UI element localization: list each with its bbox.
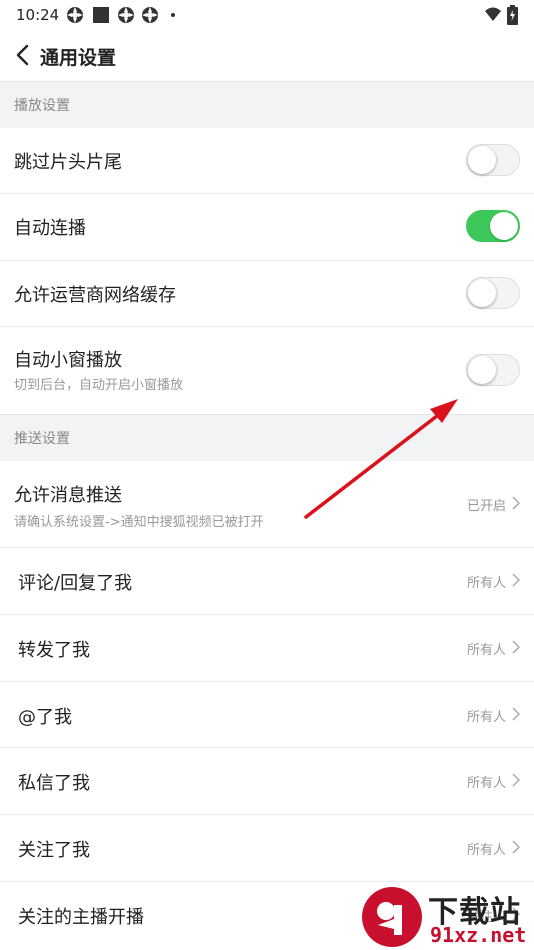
setting-label: 关注了我 [18,840,90,861]
setting-row-mention[interactable]: @了我 所有人 [0,681,534,748]
setting-value: 所有人 [466,576,506,591]
setting-row-allow-push[interactable]: 允许消息推送 请确认系统设置->通知中搜狐视频已被打开 已开启 [0,460,534,548]
setting-row-skip-intro[interactable]: 跳过片头片尾 [0,127,534,194]
setting-value: 所有人 [466,776,506,791]
toggle-knob [468,146,496,174]
setting-label: 自动小窗播放 [14,350,122,371]
status-time: 10:24 [16,6,60,24]
back-arrow-icon[interactable] [12,42,34,68]
chevron-right-icon [512,773,520,787]
notification-app-icon-2 [118,7,134,23]
toggle-skip-intro[interactable] [466,144,520,176]
setting-row-comment-reply[interactable]: 评论/回复了我 所有人 [0,547,534,615]
setting-label: 自动连播 [14,218,86,239]
setting-value: 所有人 [466,710,506,725]
notification-square-icon [93,7,109,23]
setting-row-mini-window[interactable]: 自动小窗播放 切到后台，自动开启小窗播放 [0,326,534,414]
setting-row-mobile-cache[interactable]: 允许运营商网络缓存 [0,260,534,327]
page-title: 通用设置 [40,47,117,69]
wifi-icon [485,7,501,21]
setting-label: 评论/回复了我 [18,573,133,594]
setting-label: 允许运营商网络缓存 [14,285,176,306]
toggle-autoplay[interactable] [466,210,520,242]
notification-more-dot [171,13,175,17]
notification-app-icon-3 [142,7,158,23]
watermark-url: 91xz.net [430,923,527,947]
setting-row-dm[interactable]: 私信了我 所有人 [0,747,534,815]
setting-row-follow[interactable]: 关注了我 所有人 [0,814,534,882]
section-header-playback: 播放设置 [0,81,534,128]
setting-value: 所有人 [466,843,506,858]
setting-row-autoplay[interactable]: 自动连播 [0,193,534,261]
chevron-right-icon [512,640,520,654]
setting-label: 私信了我 [18,773,90,794]
chevron-right-icon [512,840,520,854]
toggle-knob [468,279,496,307]
setting-row-repost[interactable]: 转发了我 所有人 [0,614,534,682]
battery-icon [507,5,518,25]
section-title-playback: 播放设置 [14,98,70,114]
toggle-knob [490,212,518,240]
toggle-mini-window[interactable] [466,354,520,386]
watermark: 下载站 91xz.net [360,885,534,950]
setting-description: 切到后台，自动开启小窗播放 [14,378,184,393]
setting-label: 允许消息推送 [14,485,122,506]
chevron-right-icon [512,707,520,721]
section-title-push: 推送设置 [14,431,70,447]
setting-value: 所有人 [466,643,506,658]
notification-app-icon [67,7,83,23]
status-bar: 10:24 [0,0,534,30]
toggle-mobile-cache[interactable] [466,277,520,309]
setting-label: 转发了我 [18,640,90,661]
setting-value: 已开启 [466,499,506,514]
watermark-logo-icon [362,887,422,947]
nav-bar: 通用设置 [0,30,534,81]
setting-description: 请确认系统设置->通知中搜狐视频已被打开 [14,515,264,530]
setting-label: @了我 [18,707,72,728]
setting-label: 跳过片头片尾 [14,152,122,173]
section-header-push: 推送设置 [0,414,534,461]
chevron-right-icon [512,496,520,510]
toggle-knob [468,356,496,384]
chevron-right-icon [512,573,520,587]
setting-label: 关注的主播开播 [18,907,144,928]
